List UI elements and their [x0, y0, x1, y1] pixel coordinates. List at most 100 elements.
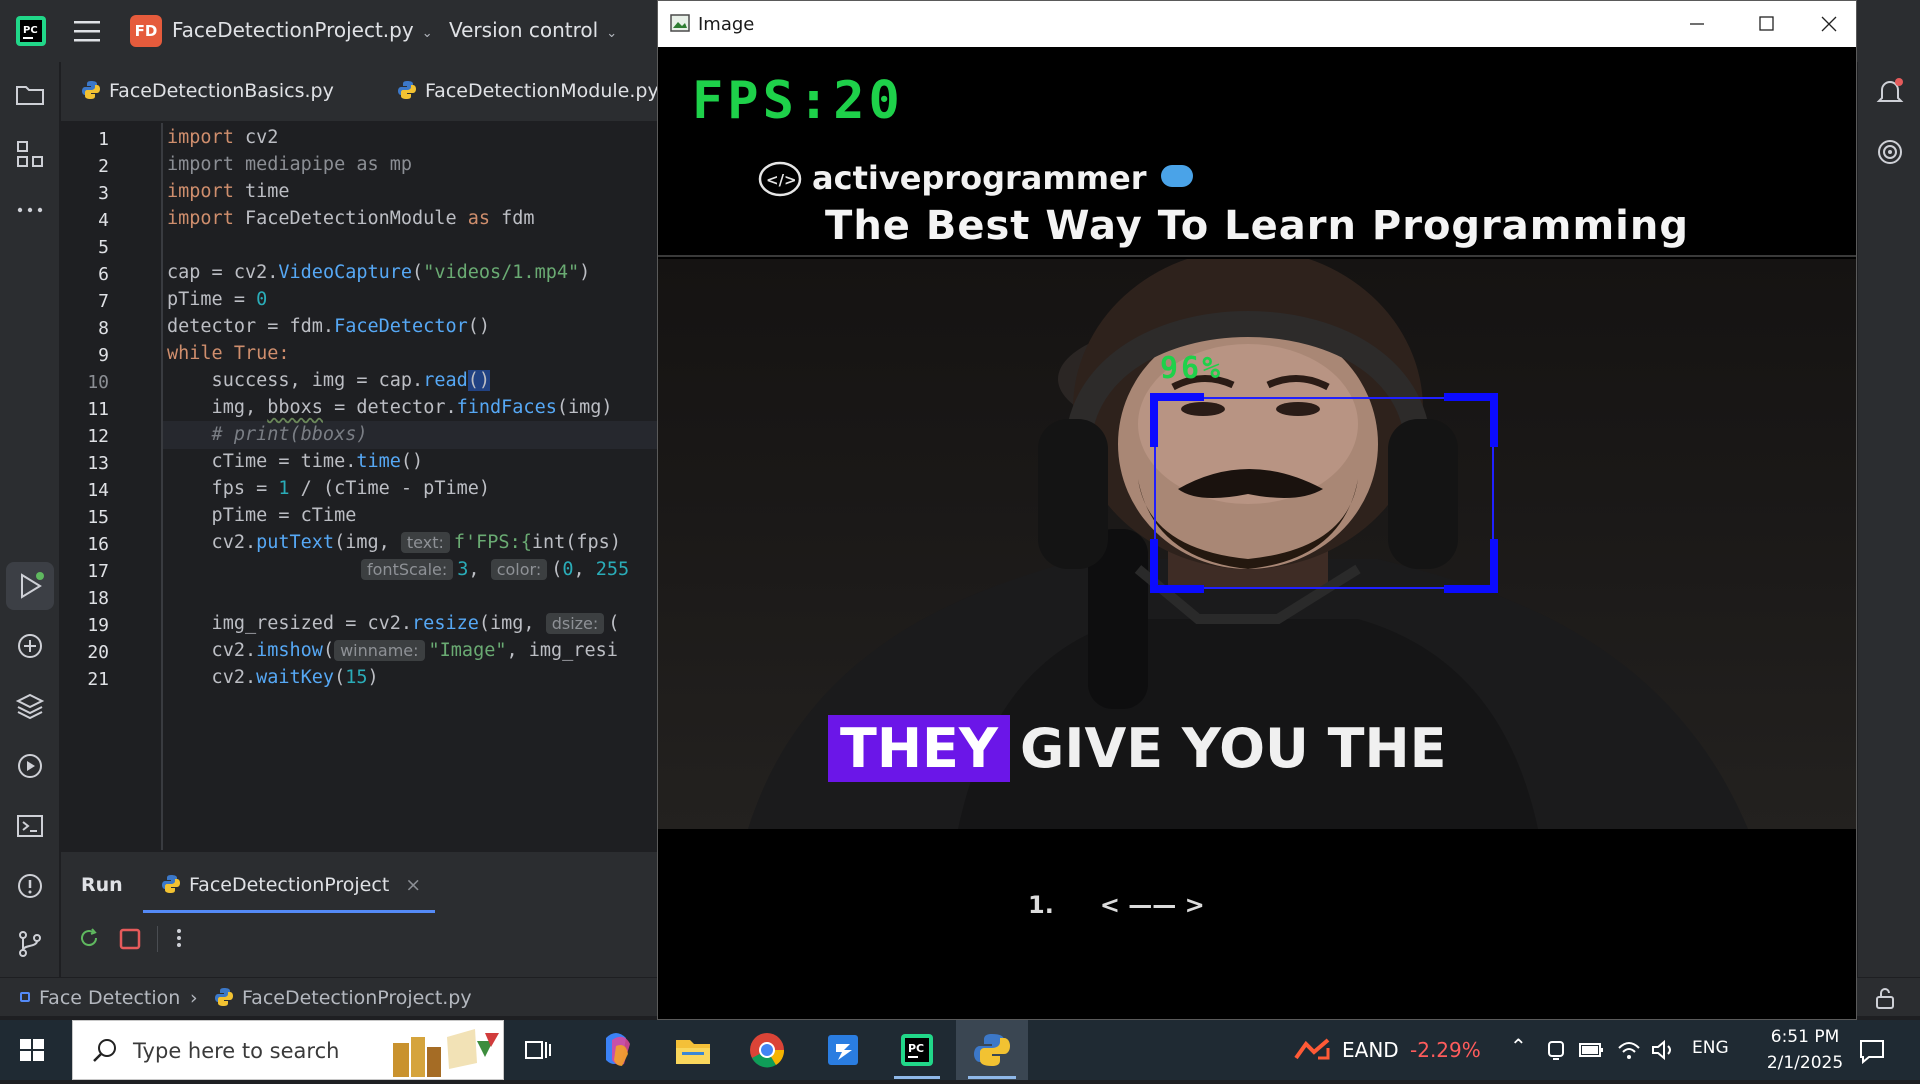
chrome-icon[interactable] — [732, 1020, 802, 1080]
notification-center-icon[interactable] — [1858, 1038, 1886, 1064]
stop-icon[interactable] — [119, 928, 141, 950]
task-view-icon[interactable] — [524, 1036, 554, 1064]
bbox-corner — [1444, 539, 1498, 593]
project-badge[interactable]: FD — [130, 15, 162, 47]
line-number: 5 — [98, 237, 109, 258]
svg-text:PC: PC — [23, 25, 38, 36]
maximize-button[interactable] — [1731, 1, 1801, 47]
meet-now-icon[interactable] — [1544, 1038, 1568, 1062]
code-line: img, bboxs = detector.findFaces(img) — [167, 397, 613, 418]
stock-name[interactable]: EAND — [1342, 1038, 1399, 1062]
volume-icon[interactable] — [1650, 1038, 1676, 1062]
code-line: cTime = time.time() — [167, 451, 424, 472]
clock-time: 6:51 PM — [1770, 1027, 1840, 1047]
tab-facedetectionbasics[interactable]: FaceDetectionBasics.py — [81, 80, 334, 102]
line-number: 20 — [87, 642, 109, 663]
tab-facedetectionmodule[interactable]: FaceDetectionModule.py — [397, 80, 659, 102]
code-line: import cv2 — [167, 127, 279, 148]
taskbar-search[interactable]: Type here to search — [72, 1020, 504, 1080]
code-editor[interactable]: 1 2 3 4 5 6 7 8 9 10 11 12 13 14 15 16 1… — [61, 123, 657, 850]
image-window[interactable]: Image FPS:20 </> activeprogrammer The Be… — [657, 0, 1857, 1020]
windows-taskbar: Type here to search PC EAND -2.29% ⌃ ENG… — [0, 1020, 1920, 1080]
editor-tabs: FaceDetectionBasics.py FaceDetectionModu… — [61, 62, 659, 122]
left-tool-strip — [0, 62, 60, 977]
ai-assistant-icon[interactable] — [1874, 136, 1906, 168]
tagline: The Best Way To Learn Programming — [825, 203, 1689, 249]
folder-icon[interactable] — [14, 78, 46, 110]
param-hint: text: — [400, 532, 450, 553]
layers-icon[interactable] — [14, 690, 46, 722]
clock[interactable]: 6:51 PM 2/1/2025 — [1750, 1024, 1860, 1076]
code-line: cv2.imshow(winname: "Image", img_resi — [167, 640, 618, 661]
wifi-icon[interactable] — [1616, 1038, 1642, 1062]
search-placeholder: Type here to search — [133, 1039, 340, 1063]
image-window-titlebar[interactable]: Image — [658, 1, 1856, 47]
bbox-corner — [1150, 539, 1204, 593]
run-tool-active[interactable] — [6, 562, 54, 610]
code-line: pTime = cTime — [167, 505, 357, 526]
channel-brand: activeprogrammer — [812, 159, 1193, 197]
maximize-icon — [1759, 16, 1774, 31]
battery-icon[interactable] — [1578, 1040, 1606, 1060]
close-icon[interactable]: × — [405, 874, 421, 896]
line-number: 9 — [98, 345, 109, 366]
line-number: 2 — [98, 156, 109, 177]
python-console-icon[interactable] — [14, 630, 46, 662]
line-number: 11 — [87, 399, 109, 420]
problems-icon[interactable] — [14, 870, 46, 902]
svg-text:PC: PC — [908, 1042, 924, 1055]
run-panel: Run FaceDetectionProject × — [61, 851, 657, 977]
line-number: 4 — [98, 210, 109, 231]
main-menu-icon[interactable] — [74, 18, 102, 44]
structure-icon[interactable] — [14, 138, 46, 170]
line-number: 7 — [98, 291, 109, 312]
vcs-label: Version control — [449, 18, 599, 42]
breadcrumb-project[interactable]: Face Detection — [39, 987, 180, 1009]
image-app-icon — [670, 14, 690, 32]
tab-label: FaceDetectionModule.py — [425, 80, 659, 102]
run-config-tab[interactable]: FaceDetectionProject × — [161, 874, 421, 896]
file-explorer-icon[interactable] — [658, 1020, 728, 1080]
fps-overlay: FPS:20 — [692, 71, 904, 131]
line-number: 3 — [98, 183, 109, 204]
version-control-menu[interactable]: Version control ⌄ — [449, 18, 617, 42]
video-frame: FPS:20 </> activeprogrammer The Best Way… — [658, 47, 1856, 1019]
remote-desktop-icon[interactable] — [808, 1020, 878, 1080]
services-icon[interactable] — [14, 750, 46, 782]
stock-change[interactable]: -2.29% — [1410, 1038, 1481, 1062]
close-window-button[interactable] — [1801, 1, 1871, 47]
frame-divider — [658, 255, 1856, 257]
lock-icon[interactable] — [1872, 986, 1898, 1010]
video-caption: THEY GIVE YOU THE — [828, 715, 1447, 782]
close-icon — [1821, 16, 1837, 32]
project-selector[interactable]: FaceDetectionProject.py ⌄ — [172, 18, 433, 42]
code-line: fontScale: 3, color: (0, 255 — [361, 559, 629, 580]
image-window-title: Image — [698, 14, 755, 35]
pycharm-taskbar-icon[interactable]: PC — [882, 1020, 952, 1080]
line-number: 1 — [98, 129, 109, 150]
code-line: import mediapipe as mp — [167, 154, 413, 175]
language-indicator[interactable]: ENG — [1692, 1038, 1729, 1058]
minimize-button[interactable] — [1661, 1, 1731, 47]
line-number: 17 — [87, 561, 109, 582]
code-line: cap = cv2.VideoCapture("videos/1.mp4") — [167, 262, 591, 283]
rerun-icon[interactable] — [77, 926, 101, 950]
more-options-icon[interactable] — [169, 926, 189, 950]
notifications-icon[interactable] — [1874, 76, 1906, 108]
python-app-active[interactable] — [956, 1020, 1028, 1080]
more-tools-icon[interactable] — [14, 194, 46, 226]
pycharm-logo-icon[interactable]: PC — [16, 16, 46, 46]
line-number: 18 — [87, 588, 109, 609]
windows-start-icon[interactable] — [20, 1039, 46, 1063]
terminal-icon[interactable] — [14, 810, 46, 842]
breadcrumb-file[interactable]: FaceDetectionProject.py — [214, 987, 472, 1009]
code-line: cv2.putText(img, text: f'FPS:{int(fps) — [167, 532, 621, 553]
param-hint: dsize: — [545, 613, 605, 634]
copilot-icon[interactable] — [582, 1020, 652, 1080]
minimize-icon — [1690, 23, 1704, 25]
chevron-up-icon[interactable]: ⌃ — [1510, 1034, 1527, 1058]
module-icon — [20, 992, 30, 1002]
code-line: success, img = cap.read() — [167, 370, 491, 391]
git-icon[interactable] — [14, 928, 46, 960]
bbox-corner — [1150, 393, 1204, 447]
